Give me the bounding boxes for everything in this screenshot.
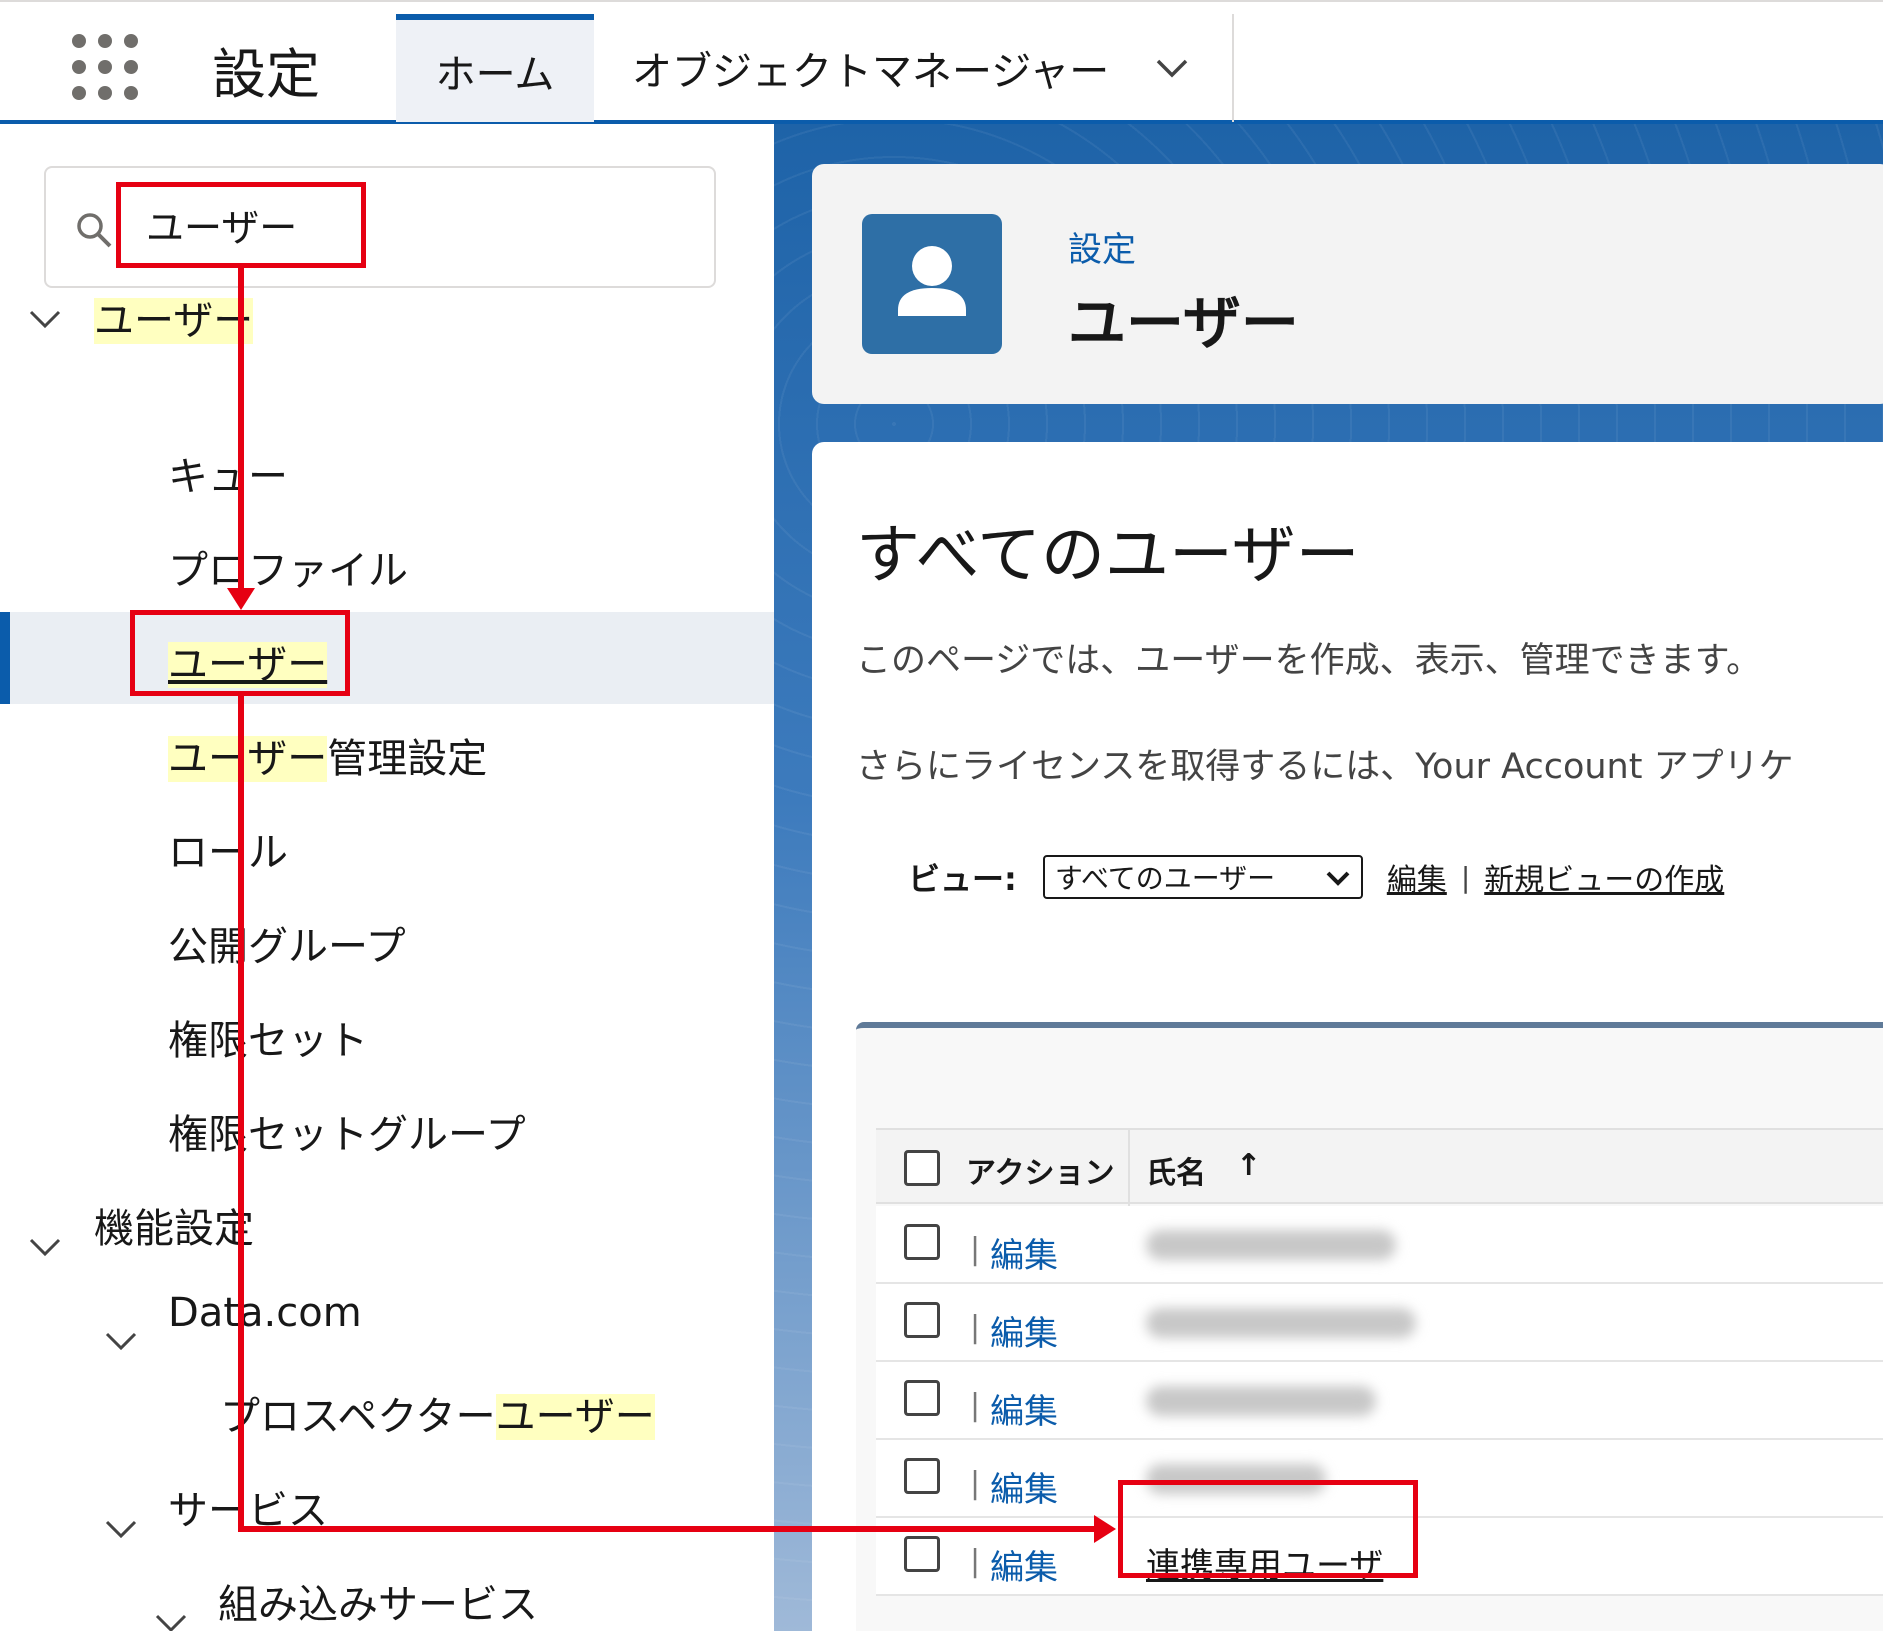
row-edit-link[interactable]: 編集: [990, 1228, 1058, 1277]
tree-group-feature-settings[interactable]: 機能設定: [94, 1196, 254, 1254]
edit-view-link[interactable]: 編集: [1387, 855, 1447, 899]
search-highlight: ユーザー: [168, 736, 328, 782]
page-header: 設定 ユーザー: [812, 164, 1883, 404]
row-separator: |: [970, 1388, 981, 1423]
redacted-name: [1146, 1230, 1396, 1260]
arrow-down-icon: [227, 588, 255, 610]
row-separator: |: [970, 1544, 981, 1579]
column-header-name[interactable]: 氏名: [1146, 1148, 1206, 1192]
chevron-down-icon[interactable]: [104, 1322, 138, 1360]
create-new-view-link[interactable]: 新規ビューの作成: [1484, 855, 1724, 899]
chevron-down-icon[interactable]: [154, 1604, 188, 1631]
search-highlight: ユーザー: [94, 298, 254, 344]
tree-item-prospector-users[interactable]: プロスペクターユーザー: [220, 1384, 655, 1442]
row-edit-link[interactable]: 編集: [990, 1462, 1058, 1511]
row-edit-link[interactable]: 編集: [990, 1306, 1058, 1355]
tree-item-queue[interactable]: キュー: [168, 444, 288, 502]
setup-sidebar: ユーザー キュー プロファイル ユーザー ユーザー管理設定 ロール 公開グループ…: [0, 124, 774, 1631]
view-selector-row: ビュー: すべてのユーザー 編集 | 新規ビューの作成: [908, 852, 1724, 902]
tab-home[interactable]: ホーム: [396, 14, 594, 122]
tree-item-public-group[interactable]: 公開グループ: [168, 914, 406, 972]
description-text: このページでは、ユーザーを作成、表示、管理できます。: [856, 641, 1762, 681]
tree-item-permission-set[interactable]: 権限セット: [168, 1008, 368, 1066]
annotation-arrow-line: [238, 1526, 1094, 1532]
app-name: 設定: [212, 43, 320, 106]
row-separator: |: [970, 1466, 981, 1501]
row-edit-link[interactable]: 編集: [990, 1384, 1058, 1433]
breadcrumb[interactable]: 設定: [1068, 222, 1136, 271]
link-separator: |: [1460, 860, 1471, 894]
chevron-down-icon[interactable]: [28, 300, 62, 338]
section-heading: すべてのユーザー: [856, 519, 1360, 593]
table-row: | 編集: [876, 1362, 1883, 1440]
redacted-name: [1146, 1386, 1376, 1416]
column-divider: [1128, 1130, 1130, 1206]
tree-item-label: 管理設定: [327, 736, 488, 782]
chevron-down-icon[interactable]: [1155, 48, 1189, 88]
tree-group-data-com[interactable]: Data.com: [168, 1290, 362, 1336]
tab-home-label: ホーム: [435, 52, 555, 98]
app-launcher-icon[interactable]: [72, 34, 142, 104]
tree-item-profile[interactable]: プロファイル: [168, 538, 408, 596]
annotation-box-integration-user: [1118, 1480, 1418, 1578]
tab-object-manager-label: オブジェクトマネージャー: [632, 49, 1110, 95]
row-checkbox[interactable]: [904, 1302, 940, 1338]
table-header: アクション 氏名 ↑: [876, 1128, 1883, 1206]
tree-item-role[interactable]: ロール: [168, 820, 288, 878]
row-checkbox[interactable]: [904, 1224, 940, 1260]
annotation-arrow-line: [238, 268, 244, 588]
row-checkbox[interactable]: [904, 1380, 940, 1416]
tree-group-users[interactable]: ユーザー: [94, 288, 254, 346]
view-select[interactable]: すべてのユーザー: [1042, 855, 1363, 899]
view-select-value: すべてのユーザー: [1054, 862, 1276, 895]
chevron-down-icon: [1325, 861, 1351, 894]
main-content: 設定 ユーザー すべてのユーザー このページでは、ユーザーを作成、表示、管理でき…: [774, 124, 1883, 1631]
table-row: | 編集: [876, 1206, 1883, 1284]
search-highlight: ユーザー: [495, 1394, 655, 1440]
global-header: 設定 ホーム オブジェクトマネージャー: [0, 0, 1883, 124]
annotation-box-users-item: [130, 610, 350, 696]
tree-item-user-management-settings[interactable]: ユーザー管理設定: [168, 726, 487, 784]
chevron-down-icon[interactable]: [28, 1228, 62, 1266]
tree-item-label: プロスペクター: [220, 1394, 496, 1440]
row-separator: |: [970, 1310, 981, 1345]
row-separator: |: [970, 1232, 981, 1267]
redacted-name: [1146, 1308, 1416, 1338]
annotation-box-search: [116, 182, 366, 268]
row-checkbox[interactable]: [904, 1536, 940, 1572]
annotation-arrow-line: [238, 696, 244, 1532]
license-text: さらにライセンスを取得するには、Your Account アプリケ: [856, 747, 1794, 787]
page-title: ユーザー: [1068, 289, 1299, 357]
table-row: | 編集: [876, 1284, 1883, 1362]
tree-item-permission-set-group[interactable]: 権限セットグループ: [168, 1102, 526, 1160]
row-checkbox[interactable]: [904, 1458, 940, 1494]
view-label: ビュー:: [908, 860, 1017, 898]
tab-object-manager[interactable]: オブジェクトマネージャー: [594, 14, 1234, 122]
search-icon: [77, 213, 112, 248]
tree-group-embedded-service[interactable]: 組み込みサービス: [218, 1572, 538, 1630]
content-body: すべてのユーザー このページでは、ユーザーを作成、表示、管理できます。 さらにラ…: [812, 442, 1883, 1631]
selected-row-highlight: [0, 612, 774, 704]
sort-ascending-icon[interactable]: ↑: [1236, 1148, 1261, 1183]
arrow-right-icon: [1094, 1515, 1116, 1543]
column-header-action: アクション: [966, 1156, 1115, 1191]
select-all-checkbox[interactable]: [904, 1150, 940, 1186]
chevron-down-icon[interactable]: [104, 1510, 138, 1548]
row-edit-link[interactable]: 編集: [990, 1540, 1058, 1589]
user-icon: [862, 214, 1002, 354]
